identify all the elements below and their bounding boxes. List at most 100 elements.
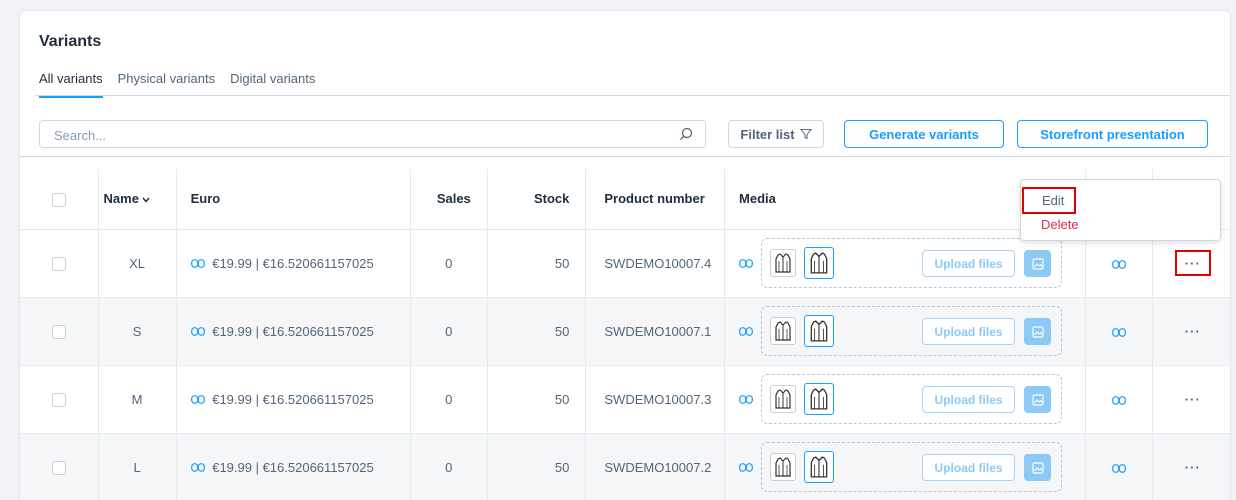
row-name: L	[98, 433, 177, 500]
row-stock: 50	[487, 433, 587, 500]
table-row: S €19.99 | €16.520661157025 0 50 SWDEMO1…	[20, 297, 1230, 365]
link-icon[interactable]	[1112, 327, 1126, 337]
row-euro-cell: €19.99 | €16.520661157025	[176, 297, 411, 365]
upload-files-button[interactable]: Upload files	[922, 386, 1016, 413]
search-icon[interactable]	[679, 127, 693, 141]
link-icon[interactable]	[1112, 395, 1126, 405]
select-all-checkbox[interactable]	[51, 192, 66, 207]
row-name: M	[98, 365, 177, 433]
row-actions-cell: ···	[1153, 365, 1230, 433]
link-icon[interactable]	[190, 395, 205, 404]
row-product-number: SWDEMO10007.4	[585, 229, 726, 297]
jacket-icon	[775, 253, 791, 273]
header-name-label: Name	[103, 191, 139, 207]
media-thumbnail-cover[interactable]	[804, 451, 835, 484]
media-upload-dropzone[interactable]: Upload files	[761, 306, 1063, 356]
filter-icon	[799, 129, 812, 140]
tab-physical-variants[interactable]: Physical variants	[118, 71, 216, 98]
upload-files-button[interactable]: Upload files	[922, 318, 1016, 345]
more-actions-button[interactable]: ···	[1175, 386, 1211, 412]
link-icon[interactable]	[190, 259, 205, 268]
row-name: XL	[98, 229, 177, 297]
link-icon[interactable]	[739, 258, 753, 268]
link-icon[interactable]	[739, 394, 753, 404]
row-inherit-cell	[1085, 297, 1154, 365]
row-sales: 0	[410, 297, 488, 365]
generate-variants-button[interactable]: Generate variants	[844, 120, 1004, 148]
row-euro-price: €19.99 | €16.520661157025	[212, 460, 374, 476]
variants-card: Variants All variants Physical variants …	[19, 10, 1231, 500]
upload-files-button[interactable]: Upload files	[922, 454, 1016, 482]
storefront-presentation-button[interactable]: Storefront presentation	[1017, 120, 1208, 148]
link-icon[interactable]	[1112, 463, 1126, 473]
media-upload-dropzone[interactable]: Upload files	[761, 374, 1063, 424]
link-icon[interactable]	[190, 463, 205, 473]
table-row: L €19.99 | €16.520661157025 0 50 SWDEMO1…	[20, 433, 1230, 500]
jacket-icon	[810, 252, 828, 274]
row-stock: 50	[487, 229, 587, 297]
row-select-cell	[20, 229, 99, 297]
more-actions-button[interactable]: ···	[1175, 454, 1211, 480]
row-euro-price: €19.99 | €16.520661157025	[212, 392, 374, 408]
link-icon[interactable]	[739, 462, 753, 472]
row-product-number: SWDEMO10007.3	[585, 365, 726, 433]
row-name: S	[98, 297, 177, 365]
jacket-icon	[775, 457, 791, 477]
toolbar: Search... Filter list Generate variants …	[39, 120, 1230, 148]
more-actions-button[interactable]: ···	[1174, 250, 1211, 276]
row-media-cell: Upload files	[724, 297, 1086, 365]
row-checkbox[interactable]	[51, 324, 66, 339]
media-thumbnail-cover[interactable]	[804, 315, 835, 347]
context-menu-edit[interactable]: Edit	[1022, 187, 1076, 214]
row-checkbox[interactable]	[51, 256, 66, 271]
media-library-button[interactable]	[1024, 250, 1052, 277]
header-euro[interactable]: Euro	[176, 169, 411, 229]
jacket-icon	[810, 320, 828, 342]
media-thumbnail[interactable]	[770, 317, 797, 345]
jacket-icon	[810, 388, 828, 410]
header-product-number[interactable]: Product number	[585, 169, 726, 229]
row-actions-cell: ···	[1152, 433, 1230, 500]
row-product-number: SWDEMO10007.1	[585, 297, 726, 365]
media-thumbnail[interactable]	[770, 385, 797, 413]
search-input[interactable]: Search...	[39, 120, 706, 148]
more-actions-button[interactable]: ···	[1175, 318, 1211, 344]
row-actions-cell: ···	[1152, 297, 1230, 365]
upload-files-button[interactable]: Upload files	[922, 250, 1016, 277]
filter-list-button[interactable]: Filter list	[728, 120, 824, 148]
row-media-cell: Upload files	[724, 365, 1086, 433]
media-library-button[interactable]	[1024, 454, 1052, 482]
row-euro-cell: €19.99 | €16.520661157025	[176, 229, 411, 297]
filter-list-label: Filter list	[740, 126, 795, 142]
search-placeholder: Search...	[54, 128, 107, 143]
image-icon	[1031, 462, 1044, 474]
link-icon[interactable]	[190, 327, 205, 336]
media-thumbnail-cover[interactable]	[804, 247, 835, 279]
link-icon[interactable]	[739, 326, 753, 336]
row-media-cell: Upload files	[724, 433, 1086, 500]
context-menu-delete[interactable]: Delete	[1041, 217, 1079, 232]
row-sales: 0	[410, 433, 488, 500]
tab-digital-variants[interactable]: Digital variants	[230, 71, 315, 98]
context-menu: Edit Delete	[1020, 179, 1221, 241]
tab-all-variants[interactable]: All variants	[39, 71, 103, 98]
header-stock[interactable]: Stock	[487, 169, 587, 229]
row-euro-price: €19.99 | €16.520661157025	[212, 256, 374, 272]
header-name[interactable]: Name	[98, 169, 177, 229]
row-checkbox[interactable]	[51, 461, 66, 476]
card-title: Variants	[39, 33, 102, 50]
header-sales[interactable]: Sales	[410, 169, 488, 229]
variant-tabs: All variants Physical variants Digital v…	[39, 71, 315, 98]
row-product-number: SWDEMO10007.2	[585, 433, 726, 500]
row-sales: 0	[410, 365, 488, 433]
row-inherit-cell	[1085, 433, 1154, 500]
media-library-button[interactable]	[1024, 386, 1052, 413]
media-thumbnail[interactable]	[770, 453, 797, 482]
media-thumbnail-cover[interactable]	[804, 383, 835, 415]
media-upload-dropzone[interactable]: Upload files	[761, 238, 1063, 288]
media-upload-dropzone[interactable]: Upload files	[761, 442, 1063, 493]
row-checkbox[interactable]	[51, 392, 66, 407]
media-library-button[interactable]	[1024, 318, 1052, 345]
link-icon[interactable]	[1112, 259, 1126, 269]
media-thumbnail[interactable]	[770, 249, 797, 277]
